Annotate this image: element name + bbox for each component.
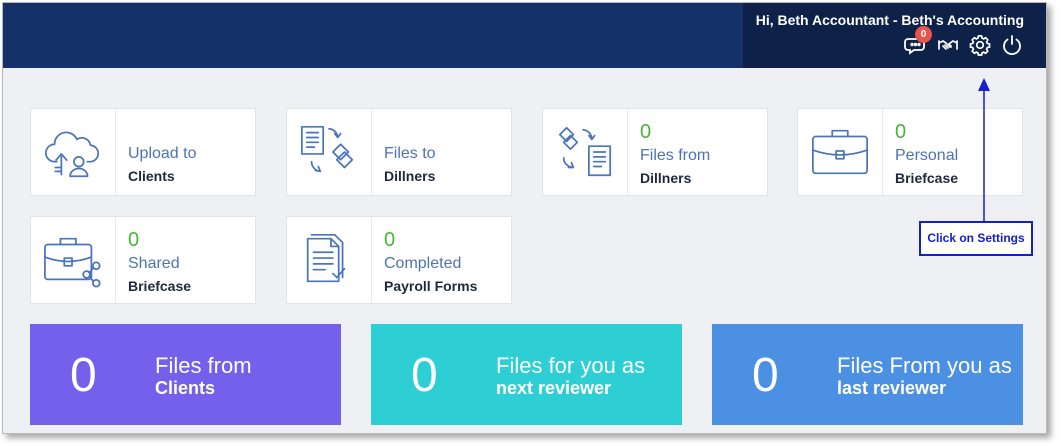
tile-sublabel: Briefcase xyxy=(895,170,959,186)
card-label: Files for you as xyxy=(496,353,646,378)
card-sublabel: next reviewer xyxy=(496,378,612,398)
card-count: 0 xyxy=(752,349,779,402)
tile-files-to-dillners[interactable]: Files to Dillners xyxy=(286,108,512,196)
app-window: Hi, Beth Accountant - Beth's Accounting … xyxy=(2,2,1047,434)
cloud-upload-icon xyxy=(45,131,100,178)
power-icon[interactable] xyxy=(1000,33,1024,57)
card-sublabel: Clients xyxy=(155,378,216,398)
annotation-arrow xyxy=(978,78,990,223)
tile-sublabel: Clients xyxy=(128,168,175,184)
tile-shared-briefcase[interactable]: 0 Shared Briefcase xyxy=(30,216,256,304)
briefcase-icon xyxy=(812,129,868,175)
card-sublabel: last reviewer xyxy=(837,378,947,398)
card-count: 0 xyxy=(411,349,438,402)
tile-files-from-dillners[interactable]: 0 Files from Dillners xyxy=(542,108,768,196)
card-files-from-clients[interactable]: 0 Files from Clients xyxy=(30,324,341,425)
tile-label: Shared xyxy=(128,255,180,272)
tile-label: Files from xyxy=(640,147,711,164)
shared-briefcase-icon xyxy=(44,237,101,288)
tile-count: 0 xyxy=(895,121,907,143)
gear-icon[interactable] xyxy=(968,33,992,57)
tile-label: Completed xyxy=(384,255,462,272)
user-panel: Hi, Beth Accountant - Beth's Accounting … xyxy=(743,3,1046,68)
notification-badge: 0 xyxy=(915,26,932,43)
files-to-icon xyxy=(301,125,354,173)
tile-count: 0 xyxy=(384,229,396,251)
tile-sublabel: Dillners xyxy=(640,170,692,186)
tile-count: 0 xyxy=(128,229,140,251)
card-count: 0 xyxy=(70,349,97,402)
card-label: Files From you as xyxy=(837,353,1012,378)
tile-label: Files to xyxy=(384,145,436,162)
user-greeting: Hi, Beth Accountant - Beth's Accounting xyxy=(755,12,1024,28)
card-label: Files from xyxy=(155,353,252,378)
files-from-icon xyxy=(558,126,612,177)
tile-label: Personal xyxy=(895,147,959,164)
tile-count: 0 xyxy=(640,121,652,143)
tile-upload-to-clients[interactable]: Upload to Clients xyxy=(30,108,256,196)
handshake-icon[interactable] xyxy=(936,33,960,57)
tile-sublabel: Payroll Forms xyxy=(384,278,478,294)
card-files-for-next-reviewer[interactable]: 0 Files for you as next reviewer xyxy=(371,324,682,425)
card-files-from-last-reviewer[interactable]: 0 Files From you as last reviewer xyxy=(712,324,1023,425)
chat-icon[interactable]: 0 xyxy=(904,26,932,57)
payroll-forms-icon xyxy=(306,233,346,283)
annotation-callout: Click on Settings xyxy=(919,221,1033,256)
top-header: Hi, Beth Accountant - Beth's Accounting … xyxy=(3,3,1046,68)
tile-label: Upload to xyxy=(128,145,197,162)
tile-completed-payroll-forms[interactable]: 0 Completed Payroll Forms xyxy=(286,216,512,304)
tile-sublabel: Briefcase xyxy=(128,278,192,294)
tile-sublabel: Dillners xyxy=(384,168,436,184)
